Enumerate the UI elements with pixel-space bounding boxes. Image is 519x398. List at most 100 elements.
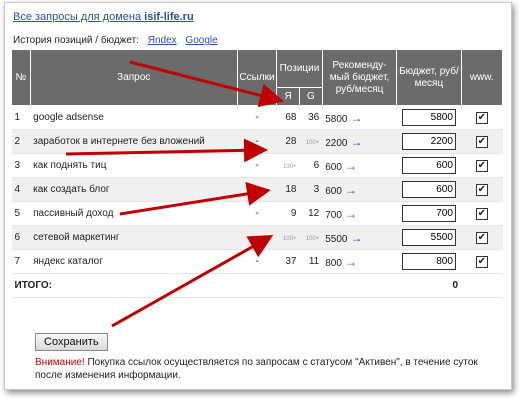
arrow-right-icon[interactable]: → — [345, 159, 357, 173]
table-row: 4 как создать блог - 18 3 600→ ✔ — [11, 177, 503, 202]
row-query: заработок в интернете без вложений — [30, 129, 238, 154]
row-links: - — [237, 153, 277, 178]
row-pos-g: 100+ — [299, 129, 323, 154]
row-pos-g: 12 — [299, 201, 323, 226]
row-recommended[interactable]: 2200 → — [322, 129, 397, 154]
col-query: Запрос — [29, 49, 238, 106]
budget-input[interactable] — [401, 133, 456, 150]
row-budget-cell — [396, 105, 462, 130]
row-www-cell: ✔ — [461, 153, 503, 178]
www-checkbox[interactable]: ✔ — [475, 135, 488, 148]
row-www-cell: ✔ — [461, 177, 503, 202]
row-www-cell: ✔ — [461, 105, 503, 130]
row-pos-g: 6 — [299, 153, 323, 178]
row-budget-cell — [396, 153, 462, 178]
row-pos-g: 36 — [299, 105, 323, 130]
page-frame: Все запросы для домена isif-life.ru Исто… — [4, 2, 512, 390]
history-yandex-link[interactable]: Яndex — [148, 35, 177, 46]
table-row: 3 как поднять тиц - 100+ 6 600→ ✔ — [11, 153, 503, 178]
arrow-right-icon[interactable]: → — [345, 207, 357, 221]
budget-input[interactable] — [401, 181, 456, 198]
www-checkbox[interactable]: ✔ — [475, 183, 488, 196]
www-checkbox[interactable]: ✔ — [475, 111, 488, 124]
row-query: google adsense — [30, 105, 238, 130]
arrow-right-icon[interactable]: → — [345, 255, 357, 269]
www-checkbox[interactable]: ✔ — [475, 255, 488, 268]
row-recommended[interactable]: 5500 → — [322, 225, 397, 250]
row-budget-cell — [396, 201, 462, 226]
table-row: 1 google adsense - 68 36 5800→ ✔ — [11, 105, 503, 130]
www-checkbox[interactable]: ✔ — [475, 207, 488, 220]
notice-warning: Внимание! — [35, 357, 85, 368]
row-pos-ya: 28 — [276, 129, 300, 154]
row-budget-cell — [396, 129, 462, 154]
row-num: 4 — [11, 177, 31, 202]
row-pos-g: 11 — [299, 249, 323, 274]
www-checkbox[interactable]: ✔ — [475, 231, 488, 244]
history-google-link[interactable]: Google — [185, 35, 217, 46]
notice-body: Покупка ссылок осуществляется по запроса… — [35, 357, 478, 381]
queries-table: № Запрос Ссылки Позиции Рекоменду-мый бю… — [11, 49, 504, 298]
arrow-right-icon[interactable]: → — [350, 231, 362, 245]
row-pos-ya: 9 — [276, 201, 300, 226]
table-row: 5 пассивный доход - 9 12 700→ ✔ — [11, 201, 503, 226]
row-query: как создать блог — [30, 177, 238, 202]
row-query: сетевой маркетинг — [30, 225, 238, 250]
row-links: - — [237, 249, 277, 274]
col-pos-g: G — [298, 87, 323, 106]
table-row: 2 заработок в интернете без вложений - 2… — [11, 129, 503, 154]
row-query: яндекс каталог — [30, 249, 238, 274]
row-links: - — [237, 225, 277, 250]
row-links: - — [237, 129, 277, 154]
row-recommended[interactable]: 600 → — [322, 153, 397, 178]
row-pos-ya: 100+ — [276, 225, 300, 250]
row-pos-ya: 37 — [276, 249, 300, 274]
row-budget-cell — [396, 249, 462, 274]
budget-input[interactable] — [401, 229, 456, 246]
total-label: ИТОГО: — [11, 273, 238, 298]
total-value: 0 — [396, 273, 462, 298]
row-budget-cell — [396, 177, 462, 202]
arrow-right-icon[interactable]: → — [350, 111, 362, 125]
row-www-cell: ✔ — [461, 201, 503, 226]
history-label: История позиций / бюджет: — [13, 35, 139, 46]
domain-name: isif-life.ru — [144, 11, 194, 23]
row-links: - — [237, 201, 277, 226]
www-checkbox[interactable]: ✔ — [475, 159, 488, 172]
row-pos-ya: 100+ — [276, 153, 300, 178]
row-num: 1 — [11, 105, 31, 130]
row-query: как поднять тиц — [30, 153, 238, 178]
all-queries-label: Все запросы для домена — [13, 11, 142, 23]
row-recommended[interactable]: 700 → — [322, 201, 397, 226]
budget-input[interactable] — [401, 253, 456, 270]
budget-input[interactable] — [401, 157, 456, 174]
row-links: - — [237, 105, 277, 130]
row-www-cell: ✔ — [461, 129, 503, 154]
save-button[interactable]: Сохранить — [35, 333, 108, 351]
row-num: 2 — [11, 129, 31, 154]
row-pos-g: 3 — [299, 177, 323, 202]
col-links: Ссылки — [236, 49, 278, 106]
col-www: www. — [460, 49, 504, 106]
row-pos-ya: 18 — [276, 177, 300, 202]
row-num: 7 — [11, 249, 31, 274]
table-row: 7 яндекс каталог - 37 11 800→ ✔ — [11, 249, 503, 274]
budget-input[interactable] — [401, 205, 456, 222]
history-row: История позиций / бюджет: Яndex Google — [13, 35, 218, 46]
col-budget: Бюджет, руб/месяц — [396, 49, 462, 106]
row-pos-ya: 68 — [276, 105, 300, 130]
col-pos-ya: Я — [276, 87, 300, 106]
row-num: 5 — [11, 201, 31, 226]
col-positions: Позиции — [276, 49, 323, 88]
budget-input[interactable] — [401, 109, 456, 126]
arrow-right-icon[interactable]: → — [350, 135, 362, 149]
row-budget-cell — [396, 225, 462, 250]
row-recommended[interactable]: 600 → — [322, 177, 397, 202]
row-recommended[interactable]: 5800 → — [322, 105, 397, 130]
row-num: 3 — [11, 153, 31, 178]
row-query: пассивный доход — [30, 201, 238, 226]
row-recommended[interactable]: 800 → — [322, 249, 397, 274]
arrow-right-icon[interactable]: → — [345, 183, 357, 197]
total-row: ИТОГО: 0 — [11, 273, 503, 298]
all-queries-link[interactable]: Все запросы для домена isif-life.ru — [13, 11, 194, 23]
